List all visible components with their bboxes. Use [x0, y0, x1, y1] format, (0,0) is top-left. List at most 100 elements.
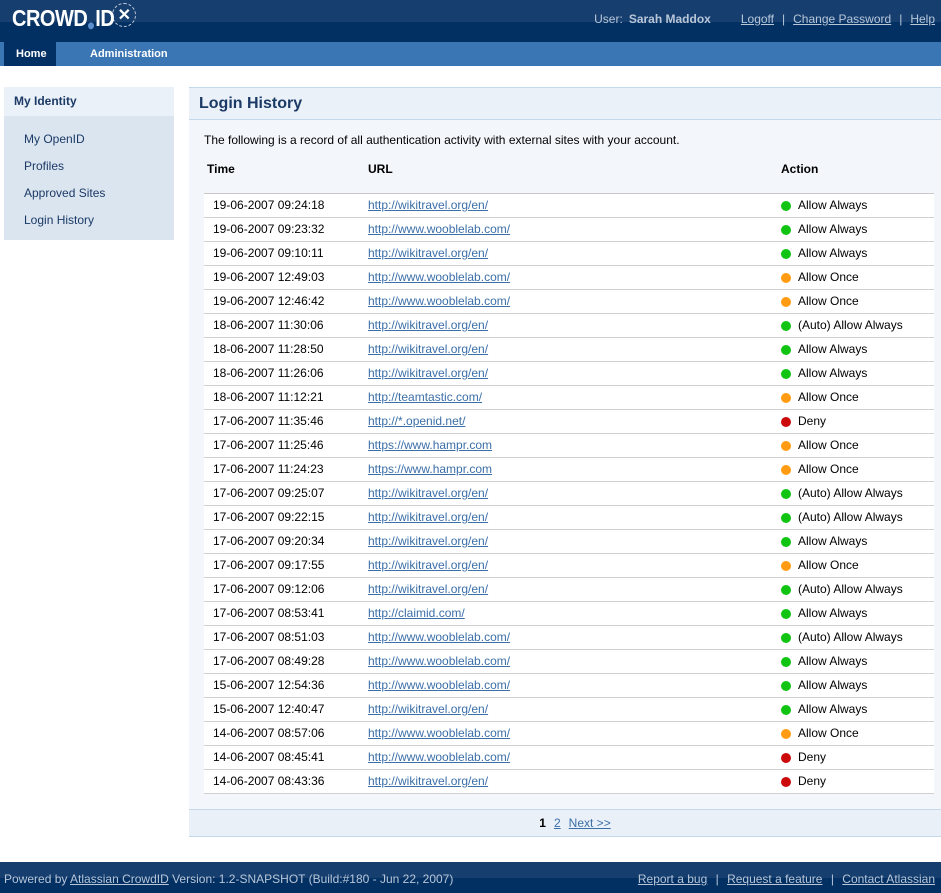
url-link[interactable]: http://www.wooblelab.com/ — [368, 654, 510, 668]
cell-url: http://www.wooblelab.com/ — [368, 650, 778, 673]
sidebar-title: My Identity — [4, 87, 174, 116]
url-link[interactable]: http://www.wooblelab.com/ — [368, 222, 510, 236]
cell-url: http://wikitravel.org/en/ — [368, 698, 778, 721]
cell-action: (Auto) Allow Always — [778, 314, 934, 337]
url-link[interactable]: https://www.hampr.com — [368, 438, 492, 452]
nav-tab-home[interactable]: Home — [4, 42, 56, 66]
action-label: Allow Once — [798, 462, 859, 476]
action-label: Allow Once — [798, 390, 859, 404]
status-dot-icon — [781, 440, 791, 451]
table-row: 18-06-2007 11:12:21 http://teamtastic.com… — [204, 386, 934, 410]
url-link[interactable]: http://wikitravel.org/en/ — [368, 366, 488, 380]
logoff-link[interactable]: Logoff — [741, 12, 774, 26]
cell-url: http://wikitravel.org/en/ — [368, 362, 778, 385]
help-link[interactable]: Help — [910, 12, 935, 26]
status-dot-icon — [781, 272, 791, 283]
sidebar-item-login-history[interactable]: Login History — [4, 207, 174, 234]
table-row: 15-06-2007 12:40:47 http://wikitravel.org… — [204, 698, 934, 722]
cell-time: 17-06-2007 11:25:46 — [213, 438, 324, 452]
url-link[interactable]: http://*.openid.net/ — [368, 414, 465, 428]
page-link-2[interactable]: 2 — [554, 816, 561, 830]
url-link[interactable]: http://www.wooblelab.com/ — [368, 678, 510, 692]
url-link[interactable]: http://wikitravel.org/en/ — [368, 558, 488, 572]
atlassian-crowdid-link[interactable]: Atlassian CrowdID — [70, 872, 169, 886]
separator: | — [782, 12, 786, 26]
url-link[interactable]: http://claimid.com/ — [368, 606, 465, 620]
cell-action: (Auto) Allow Always — [778, 626, 934, 649]
url-link[interactable]: http://wikitravel.org/en/ — [368, 582, 488, 596]
url-link[interactable]: http://wikitravel.org/en/ — [368, 510, 488, 524]
status-dot-icon — [781, 368, 791, 379]
status-dot-icon — [781, 656, 791, 667]
url-link[interactable]: http://www.wooblelab.com/ — [368, 750, 510, 764]
page-current: 1 — [539, 816, 546, 830]
cell-time: 17-06-2007 09:20:34 — [213, 534, 325, 548]
cell-action: (Auto) Allow Always — [778, 578, 934, 601]
cell-time: 18-06-2007 11:26:06 — [213, 366, 324, 380]
url-link[interactable]: http://wikitravel.org/en/ — [368, 486, 488, 500]
table-row: 17-06-2007 11:24:23 https://www.hampr.com… — [204, 458, 934, 482]
table-row: 17-06-2007 08:51:03 http://www.wooblelab.… — [204, 626, 934, 650]
nav-tab-administration[interactable]: Administration — [78, 42, 180, 66]
cell-time: 19-06-2007 12:49:03 — [213, 270, 325, 284]
cell-time: 14-06-2007 08:43:36 — [213, 774, 325, 788]
sidebar-item-my-openid[interactable]: My OpenID — [4, 126, 174, 153]
action-label: Allow Always — [798, 366, 868, 380]
action-label: (Auto) Allow Always — [798, 582, 903, 596]
url-link[interactable]: http://wikitravel.org/en/ — [368, 702, 488, 716]
sidebar-item-approved-sites[interactable]: Approved Sites — [4, 180, 174, 207]
url-link[interactable]: http://teamtastic.com/ — [368, 390, 482, 404]
cell-time: 19-06-2007 09:10:11 — [213, 246, 324, 260]
url-link[interactable]: http://wikitravel.org/en/ — [368, 318, 488, 332]
cell-url: http://www.wooblelab.com/ — [368, 746, 778, 769]
cell-time: 19-06-2007 09:23:32 — [213, 222, 325, 236]
status-dot-icon — [781, 536, 791, 547]
url-link[interactable]: http://www.wooblelab.com/ — [368, 270, 510, 284]
status-dot-icon — [781, 416, 791, 427]
table-row: 14-06-2007 08:45:41 http://www.wooblelab.… — [204, 746, 934, 770]
user-label: User: — [594, 12, 623, 26]
url-link[interactable]: http://wikitravel.org/en/ — [368, 198, 488, 212]
url-link[interactable]: http://www.wooblelab.com/ — [368, 726, 510, 740]
crowdid-logo[interactable]: CROWD ID ✕ — [12, 3, 137, 34]
cell-time: 18-06-2007 11:28:50 — [213, 342, 324, 356]
cell-url: http://wikitravel.org/en/ — [368, 314, 778, 337]
version-text: Version: 1.2-SNAPSHOT (Build:#180 - Jun … — [172, 872, 454, 886]
cell-url: http://www.wooblelab.com/ — [368, 266, 778, 289]
table-row: 17-06-2007 09:20:34 http://wikitravel.org… — [204, 530, 934, 554]
cell-url: http://wikitravel.org/en/ — [368, 482, 778, 505]
url-link[interactable]: http://wikitravel.org/en/ — [368, 342, 488, 356]
url-link[interactable]: http://wikitravel.org/en/ — [368, 246, 488, 260]
sidebar-item-profiles[interactable]: Profiles — [4, 153, 174, 180]
cell-time: 17-06-2007 11:24:23 — [213, 462, 324, 476]
url-link[interactable]: http://wikitravel.org/en/ — [368, 534, 488, 548]
table-row: 19-06-2007 12:46:42 http://www.wooblelab.… — [204, 290, 934, 314]
report-bug-link[interactable]: Report a bug — [638, 872, 707, 886]
request-feature-link[interactable]: Request a feature — [727, 872, 822, 886]
action-label: Allow Once — [798, 438, 859, 452]
url-link[interactable]: https://www.hampr.com — [368, 462, 492, 476]
intro-text: The following is a record of all authent… — [204, 133, 680, 147]
action-label: (Auto) Allow Always — [798, 486, 903, 500]
cell-action: Allow Always — [778, 650, 934, 673]
table-row: 18-06-2007 11:28:50 http://wikitravel.org… — [204, 338, 934, 362]
cell-action: Allow Once — [778, 458, 934, 481]
url-link[interactable]: http://www.wooblelab.com/ — [368, 630, 510, 644]
next-page-link[interactable]: Next >> — [569, 816, 611, 830]
status-dot-icon — [781, 488, 791, 499]
table-row: 19-06-2007 12:49:03 http://www.wooblelab.… — [204, 266, 934, 290]
status-dot-icon — [781, 320, 791, 331]
footer-powered-by: Powered by Atlassian CrowdID Version: 1.… — [4, 872, 453, 886]
cell-url: http://wikitravel.org/en/ — [368, 338, 778, 361]
change-password-link[interactable]: Change Password — [793, 12, 891, 26]
url-link[interactable]: http://wikitravel.org/en/ — [368, 774, 488, 788]
separator: | — [830, 872, 834, 886]
url-link[interactable]: http://www.wooblelab.com/ — [368, 294, 510, 308]
table-row: 17-06-2007 09:22:15 http://wikitravel.org… — [204, 506, 934, 530]
column-header-url: URL — [368, 162, 393, 176]
openid-star-icon: ✕ — [112, 3, 137, 27]
user-name: Sarah Maddox — [628, 12, 711, 26]
contact-atlassian-link[interactable]: Contact Atlassian — [842, 872, 935, 886]
table-row: 17-06-2007 08:53:41 http://claimid.com/Al… — [204, 602, 934, 626]
cell-time: 17-06-2007 09:25:07 — [213, 486, 325, 500]
